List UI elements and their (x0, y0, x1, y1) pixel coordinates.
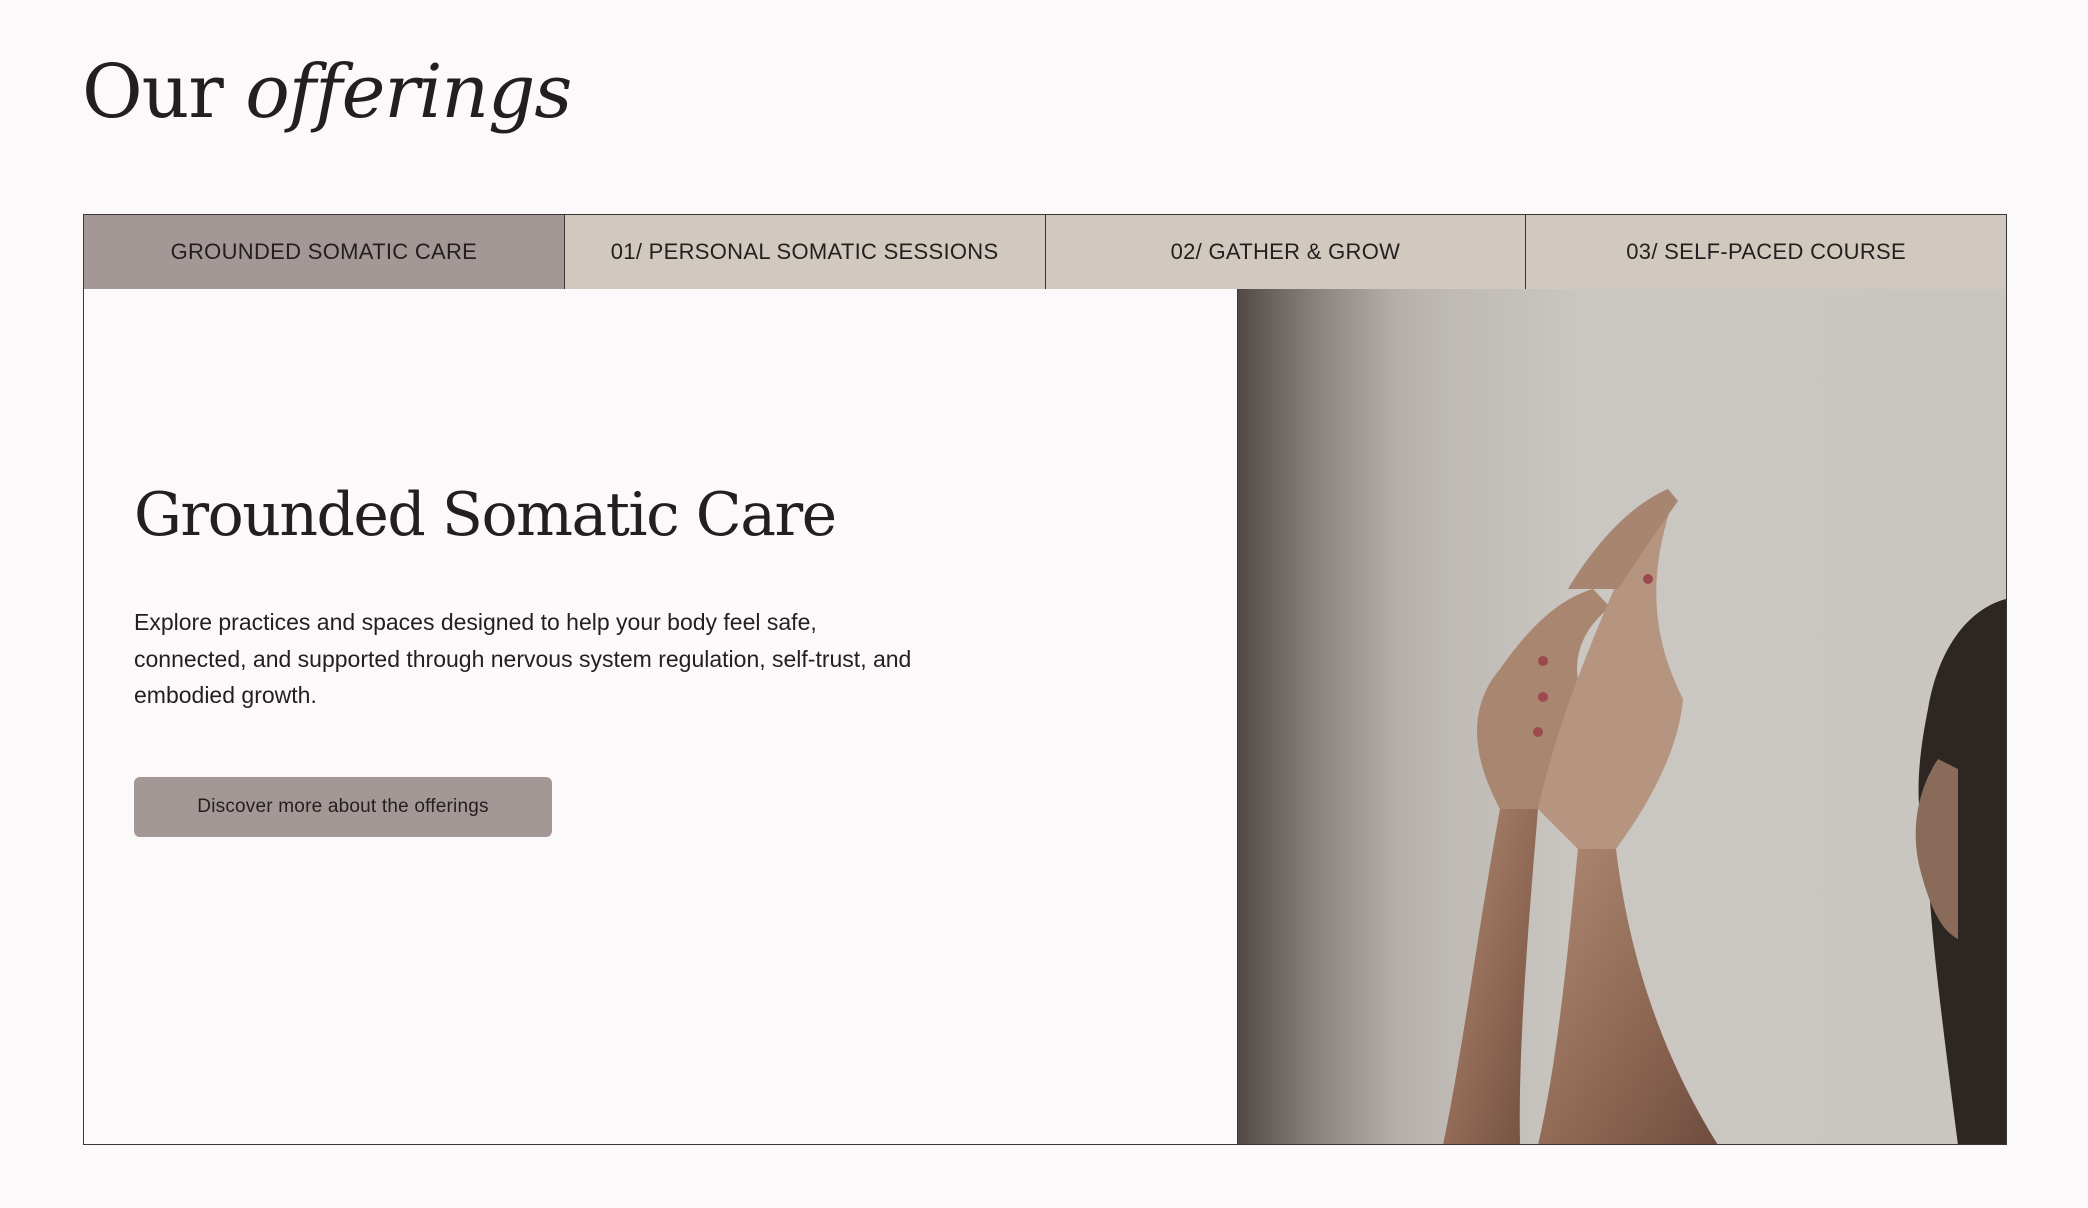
nail-mark (1643, 574, 1653, 584)
offerings-tabs: GROUNDED SOMATIC CARE 01/ PERSONAL SOMAT… (83, 214, 2007, 290)
nail-mark (1533, 727, 1543, 737)
offering-title: Grounded Somatic Care (134, 480, 837, 550)
offering-description: Explore practices and spaces designed to… (134, 609, 912, 708)
nail-mark (1538, 692, 1548, 702)
heading-regular: Our (82, 49, 224, 135)
nail-mark (1538, 656, 1548, 666)
discover-more-button[interactable]: Discover more about the offerings (134, 777, 552, 837)
tab-grounded-somatic-care[interactable]: GROUNDED SOMATIC CARE (84, 215, 564, 289)
tab-personal-somatic-sessions[interactable]: 01/ PERSONAL SOMATIC SESSIONS (563, 215, 1045, 289)
raised-hands-photo (1238, 289, 2006, 1144)
offering-panel: Grounded Somatic Care Explore practices … (83, 289, 2007, 1145)
photo-illustration (1238, 289, 2006, 1144)
heading-italic: offerings (245, 49, 572, 135)
section-heading: Our offerings (82, 42, 572, 142)
offering-content: Grounded Somatic Care Explore practices … (84, 289, 1238, 1144)
tab-self-paced-course[interactable]: 03/ SELF-PACED COURSE (1525, 215, 2006, 289)
tab-gather-and-grow[interactable]: 02/ GATHER & GROW (1044, 215, 1526, 289)
